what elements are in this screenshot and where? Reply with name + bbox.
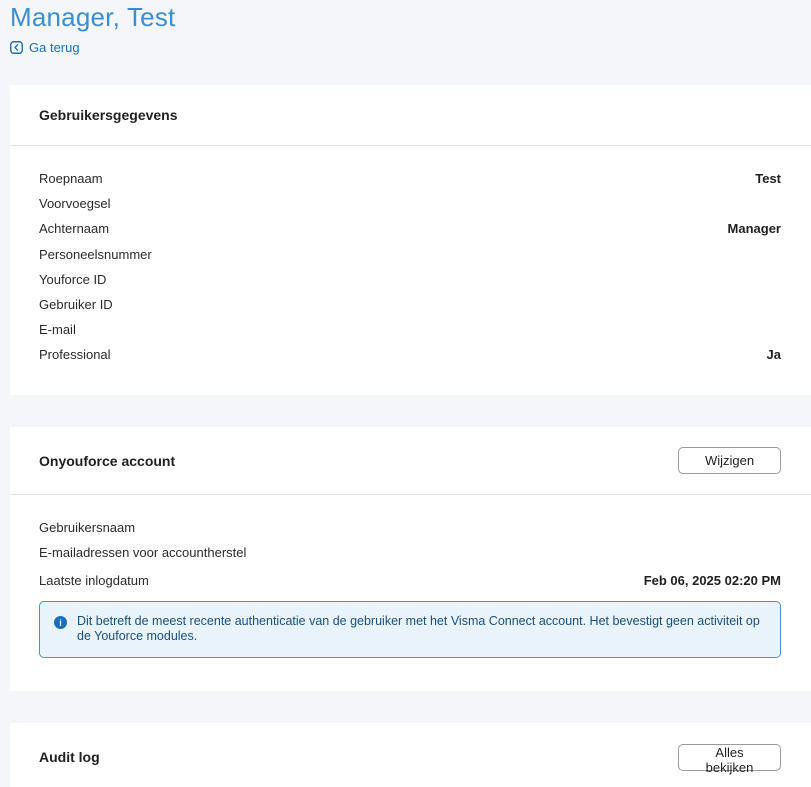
- detail-label: Achternaam: [39, 221, 110, 237]
- back-link-label: Ga terug: [29, 40, 80, 55]
- detail-row-achternaam: Achternaam Manager: [39, 216, 781, 241]
- detail-label: Roepnaam: [39, 171, 103, 187]
- user-details-card: Gebruikersgegevens Roepnaam Test Voorvoe…: [10, 85, 811, 395]
- view-all-button[interactable]: Alles bekijken: [678, 743, 781, 775]
- info-alert: i Dit betreft de meest recente authentic…: [39, 601, 781, 659]
- chevron-left-icon: [10, 41, 23, 54]
- detail-label: E-mail: [39, 322, 76, 338]
- detail-label: Youforce ID: [39, 271, 107, 287]
- detail-row-gebruiker-id: Gebruiker ID: [39, 292, 781, 317]
- audit-log-title: Audit log: [39, 749, 100, 765]
- account-label: Laatste inlogdatum: [39, 572, 149, 588]
- detail-value: Manager: [727, 221, 781, 237]
- detail-row-roepnaam: Roepnaam Test: [39, 166, 781, 191]
- detail-value: Test: [755, 171, 781, 187]
- last-login-value: Feb 06, 2025 02:20 PM: [643, 572, 781, 588]
- detail-row-personeelsnummer: Personeelsnummer: [39, 242, 781, 267]
- user-details-title: Gebruikersgegevens: [39, 107, 178, 123]
- detail-label: Voorvoegsel: [39, 196, 111, 212]
- audit-log-card: Audit log Alles bekijken: [10, 723, 811, 787]
- account-label: E-mailadressen voor accountherstel: [39, 545, 247, 561]
- detail-value: Ja: [766, 347, 781, 363]
- detail-label: Gebruiker ID: [39, 297, 113, 313]
- back-link[interactable]: Ga terug: [10, 40, 80, 55]
- account-row-username: Gebruikersnaam: [39, 515, 781, 540]
- detail-label: Personeelsnummer: [39, 246, 152, 262]
- audit-log-header: Audit log Alles bekijken: [10, 723, 811, 787]
- account-rows: Gebruikersnaam E-mailadressen voor accou…: [10, 495, 811, 659]
- user-details-header: Gebruikersgegevens: [10, 85, 811, 146]
- detail-row-professional: Professional Ja: [39, 342, 781, 367]
- detail-row-youforce-id: Youforce ID: [39, 267, 781, 292]
- account-row-recovery-emails: E-mailadressen voor accountherstel: [39, 540, 781, 565]
- account-header: Onyouforce account Wijzigen: [10, 427, 811, 495]
- page-title: Manager, Test: [10, 2, 176, 32]
- account-label: Gebruikersnaam: [39, 520, 136, 536]
- detail-row-email: E-mail: [39, 317, 781, 342]
- detail-row-voorvoegsel: Voorvoegsel: [39, 191, 781, 216]
- info-icon: i: [54, 616, 67, 630]
- account-card: Onyouforce account Wijzigen Gebruikersna…: [10, 427, 811, 691]
- user-detail-page: Manager, Test Ga terug Gebruikersgegeven…: [0, 0, 811, 787]
- user-details-rows: Roepnaam Test Voorvoegsel Achternaam Man…: [10, 146, 811, 368]
- info-text: Dit betreft de meest recente authenticat…: [77, 614, 760, 644]
- detail-label: Professional: [39, 347, 111, 363]
- account-row-last-login: Laatste inlogdatum Feb 06, 2025 02:20 PM: [39, 565, 781, 595]
- account-title: Onyouforce account: [39, 452, 176, 469]
- edit-account-button[interactable]: Wijzigen: [678, 447, 781, 474]
